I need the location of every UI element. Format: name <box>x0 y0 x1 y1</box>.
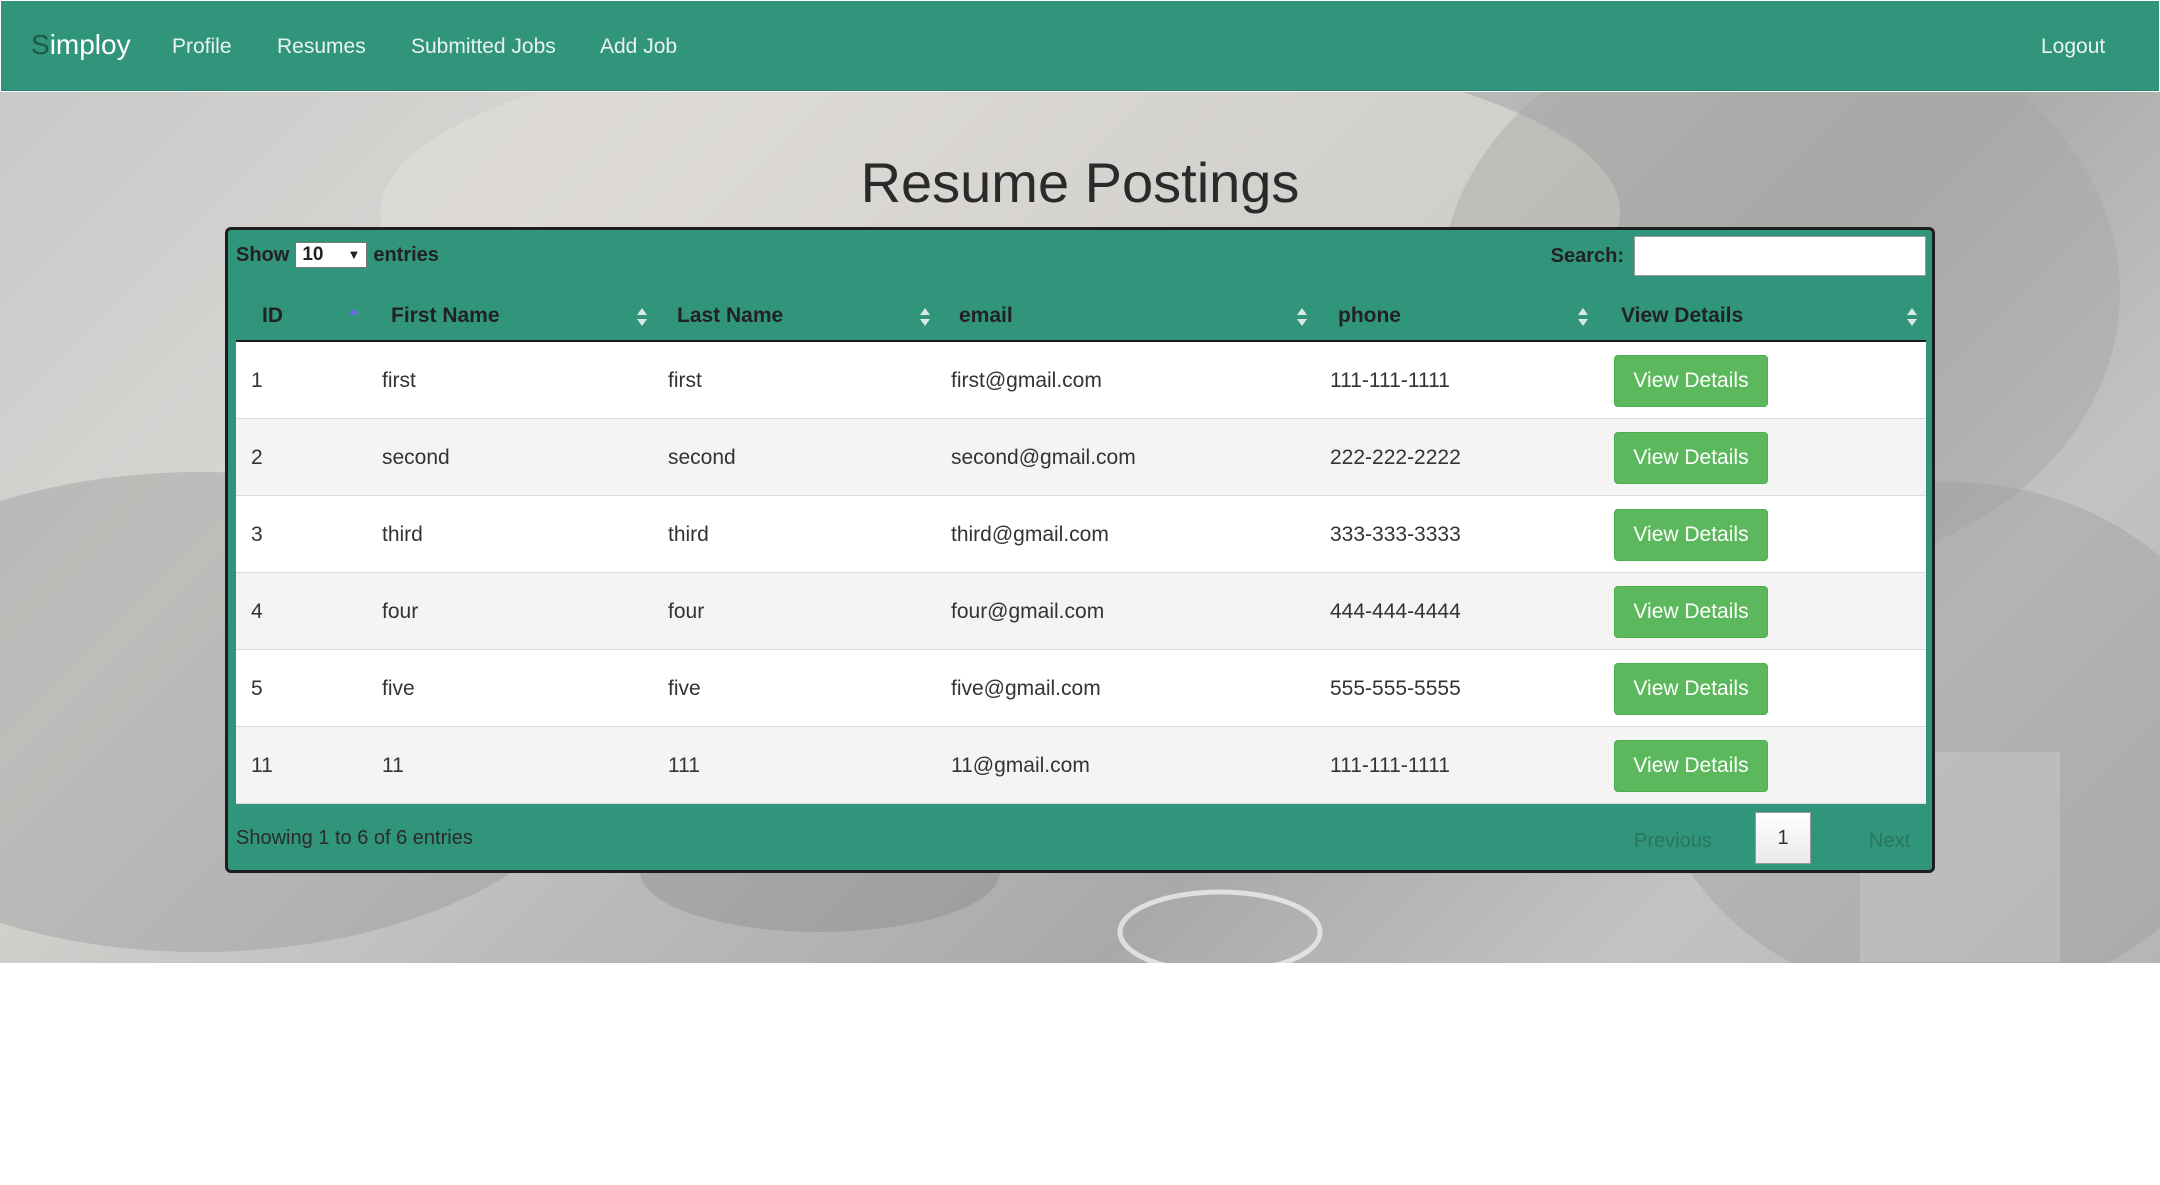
nav-profile[interactable]: Profile <box>172 35 232 59</box>
brand-initial: S <box>31 29 50 60</box>
cell-email: five@gmail.com <box>951 677 1101 700</box>
cell-id: 1 <box>251 369 263 392</box>
table-header: ID First Name Last Name email phone View… <box>236 292 1926 342</box>
cell-phone: 222-222-2222 <box>1330 446 1461 469</box>
nav-resumes[interactable]: Resumes <box>277 35 366 59</box>
cell-email: 11@gmail.com <box>951 754 1090 777</box>
cell-last-name: second <box>668 446 736 469</box>
cell-id: 2 <box>251 446 263 469</box>
cell-first-name: second <box>382 446 450 469</box>
cell-last-name: 111 <box>668 754 700 777</box>
view-details-button[interactable]: View Details <box>1614 509 1768 561</box>
view-details-button[interactable]: View Details <box>1614 432 1768 484</box>
pagination-previous[interactable]: Previous <box>1634 830 1712 853</box>
cell-last-name: first <box>668 369 702 392</box>
cell-email: first@gmail.com <box>951 369 1102 392</box>
show-label: Show <box>236 243 290 266</box>
sort-both-icon <box>1907 308 1917 326</box>
top-navbar: Simploy Profile Resumes Submitted Jobs A… <box>1 1 2159 91</box>
column-header-email[interactable]: email <box>959 292 1013 340</box>
sort-both-icon <box>637 308 647 326</box>
sort-both-icon <box>1578 308 1588 326</box>
chevron-down-icon: ▼ <box>347 247 361 262</box>
table-row: 5 five five five@gmail.com 555-555-5555 … <box>236 650 1926 727</box>
nav-logout[interactable]: Logout <box>2041 35 2105 59</box>
table-row: 4 four four four@gmail.com 444-444-4444 … <box>236 573 1926 650</box>
cell-last-name: third <box>668 523 709 546</box>
column-header-phone[interactable]: phone <box>1338 292 1401 340</box>
cell-phone: 444-444-4444 <box>1330 600 1461 623</box>
table-row: 11 11 111 11@gmail.com 111-111-1111 View… <box>236 727 1926 804</box>
entries-length-control: Show 10 ▼ entries <box>236 242 439 268</box>
cell-first-name: five <box>382 677 415 700</box>
page-title: Resume Postings <box>860 151 1300 214</box>
cell-email: four@gmail.com <box>951 600 1105 623</box>
sort-both-icon <box>1297 308 1307 326</box>
resume-table-panel: Show 10 ▼ entries Search: ID First Name … <box>225 227 1935 873</box>
column-header-first-name[interactable]: First Name <box>391 292 500 340</box>
cell-email: second@gmail.com <box>951 446 1136 469</box>
brand-logo[interactable]: Simploy <box>31 29 131 61</box>
entries-select[interactable]: 10 ▼ <box>295 242 368 268</box>
cell-id: 4 <box>251 600 263 623</box>
column-header-last-name[interactable]: Last Name <box>677 292 783 340</box>
brand-name: imploy <box>49 29 131 60</box>
table-info: Showing 1 to 6 of 6 entries <box>236 827 473 849</box>
pagination-next[interactable]: Next <box>1869 830 1910 853</box>
table-row: 3 third third third@gmail.com 333-333-33… <box>236 496 1926 573</box>
cell-id: 11 <box>251 754 273 777</box>
column-header-id[interactable]: ID <box>262 292 283 340</box>
cell-first-name: third <box>382 523 423 546</box>
table-body: 1 first first first@gmail.com 111-111-11… <box>236 342 1926 804</box>
cell-phone: 555-555-5555 <box>1330 677 1461 700</box>
cell-last-name: five <box>668 677 701 700</box>
view-details-button[interactable]: View Details <box>1614 740 1768 792</box>
cell-last-name: four <box>668 600 705 623</box>
cell-first-name: four <box>382 600 419 623</box>
cell-id: 5 <box>251 677 263 700</box>
nav-add-job[interactable]: Add Job <box>600 35 677 59</box>
table-row: 2 second second second@gmail.com 222-222… <box>236 419 1926 496</box>
cell-phone: 333-333-3333 <box>1330 523 1461 546</box>
search-control: Search: <box>1551 236 1926 276</box>
view-details-button[interactable]: View Details <box>1614 663 1768 715</box>
nav-submitted-jobs[interactable]: Submitted Jobs <box>411 35 556 59</box>
view-details-button[interactable]: View Details <box>1614 586 1768 638</box>
cell-phone: 111-111-1111 <box>1330 754 1450 777</box>
cell-email: third@gmail.com <box>951 523 1109 546</box>
column-header-view-details[interactable]: View Details <box>1621 292 1743 340</box>
pagination: Previous 1 Next <box>1632 810 1932 866</box>
cell-first-name: first <box>382 369 416 392</box>
cell-id: 3 <box>251 523 263 546</box>
entries-select-value: 10 <box>302 244 324 265</box>
view-details-button[interactable]: View Details <box>1614 355 1768 407</box>
sort-ascending-icon <box>349 308 359 315</box>
pagination-current-page[interactable]: 1 <box>1755 812 1811 864</box>
search-input[interactable] <box>1634 236 1926 276</box>
cell-first-name: 11 <box>382 754 404 777</box>
cell-phone: 111-111-1111 <box>1330 369 1450 392</box>
sort-both-icon <box>920 308 930 326</box>
search-label: Search: <box>1550 244 1624 267</box>
entries-label: entries <box>373 243 439 266</box>
table-row: 1 first first first@gmail.com 111-111-11… <box>236 342 1926 419</box>
